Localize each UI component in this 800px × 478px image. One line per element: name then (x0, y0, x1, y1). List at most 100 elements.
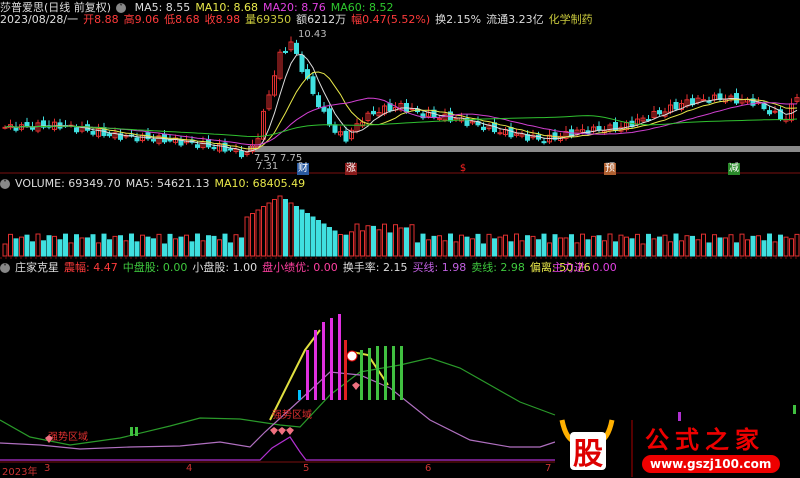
volume-bar (52, 235, 57, 257)
volume-bar (217, 239, 222, 257)
indicator-bar (678, 412, 681, 421)
diamond-icons (45, 382, 360, 443)
turnover-rate: 换手率: 2.15 (342, 261, 408, 274)
volume-bar (79, 237, 85, 257)
volume-bar (420, 233, 426, 257)
volume-bar (327, 227, 332, 257)
candle (24, 122, 30, 127)
indicator-name[interactable]: 庄家克星 (15, 261, 59, 274)
volume-bar (85, 237, 90, 257)
high-price-label: 10.43 (298, 29, 327, 40)
volume-bar (178, 236, 184, 257)
volume-bar (794, 233, 800, 257)
volume-bar (118, 235, 123, 257)
candle (206, 139, 211, 148)
candle (657, 110, 662, 115)
diamond-icon (352, 382, 360, 390)
volume-bar (321, 223, 327, 257)
volume-bar (343, 234, 349, 257)
volume-bar (723, 237, 728, 257)
chevron-down-icon[interactable]: ˅ (0, 179, 10, 189)
volume-bar (74, 234, 79, 257)
x-axis-label: 7 (545, 463, 552, 474)
volume-bar (68, 242, 74, 257)
volume-bar (580, 233, 585, 257)
candle (508, 127, 514, 138)
sell-line-value: 卖线: 2.98 (471, 261, 525, 274)
event-tag-forecast[interactable]: 预 (604, 163, 616, 175)
volume-bar (299, 209, 305, 257)
volume-bar (272, 199, 277, 257)
volume-bar (8, 233, 13, 257)
chevron-down-icon[interactable]: ˅ (0, 263, 10, 273)
volume-bar (767, 233, 772, 257)
volume-bar (657, 236, 662, 257)
volume-bar (701, 233, 706, 257)
event-tag-rise[interactable]: 涨 (345, 163, 357, 175)
volume-bar (354, 223, 360, 257)
volume-bar (24, 234, 30, 257)
candle (211, 146, 217, 150)
indicator-bar (793, 405, 796, 414)
candle (701, 99, 706, 102)
volume-bar (107, 239, 112, 257)
strong-zone-label: 强势区域 (48, 430, 88, 443)
candle (316, 95, 321, 108)
volume-bar (453, 241, 459, 257)
volume-bar (255, 209, 261, 257)
volume-ma5: MA5: 54621.13 (125, 177, 210, 190)
volume-bar (151, 238, 156, 257)
indicator-bar (135, 427, 138, 436)
volume-bar (717, 237, 723, 257)
volume-bar (728, 234, 734, 257)
volume-bar (481, 243, 486, 257)
volume-bar (35, 233, 41, 257)
volume-bar (129, 233, 134, 257)
volume-bar (772, 241, 778, 257)
volume-bar (552, 234, 558, 257)
candle (134, 137, 140, 142)
volume-bar (393, 224, 398, 257)
indicator-header: ˅ 庄家克星 震幅: 4.47 中盘股: 0.00 小盘股: 1.00 盘小绩优: 0.0… (0, 261, 800, 275)
volume-bar (41, 240, 46, 257)
x-axis-label: 6 (425, 463, 432, 474)
candle (228, 148, 233, 151)
candle (151, 139, 156, 142)
volume-bar (525, 235, 530, 257)
range-bar (248, 146, 800, 152)
volume-bar (30, 241, 35, 257)
volume-bar (591, 235, 596, 257)
indicator-bar (392, 346, 395, 400)
volume-bar (173, 238, 178, 257)
volume-bar (706, 242, 712, 257)
candle (332, 124, 338, 133)
volume-bar (673, 233, 679, 257)
volume-bar (712, 234, 717, 257)
kline-chart[interactable]: 10.43 7.57 7.75 7.31 强势区域 强势区域 股 公式之家 ww… (0, 0, 800, 477)
strong-zone-label: 强势区域 (272, 408, 312, 421)
volume-bar (618, 234, 624, 257)
volume-bar (156, 233, 162, 257)
volume-bar (750, 235, 756, 257)
volume-bar (519, 240, 525, 257)
volume-bar (734, 242, 739, 257)
volume-header: ˅ VOLUME: 69349.70 MA5: 54621.13 MA10: 6840… (0, 177, 310, 191)
diamond-icon (278, 427, 286, 435)
candle (481, 126, 486, 131)
event-tag-dividend[interactable]: $ (457, 163, 469, 175)
volume-bar (13, 238, 19, 257)
event-tag-finance[interactable]: 财 (297, 163, 309, 175)
volume-bar (404, 227, 409, 257)
candle (437, 117, 442, 120)
indicator-bar (344, 340, 347, 400)
volume-bar (415, 242, 420, 257)
watermark-title: 公式之家 (645, 426, 765, 454)
volume-bar (629, 238, 635, 257)
volume-bar (426, 239, 431, 257)
volume-bar (459, 234, 464, 257)
event-tag-reduce[interactable]: 减 (728, 163, 740, 175)
volume-bar (569, 234, 574, 257)
diamond-icon (286, 427, 294, 435)
volume-bar (349, 231, 354, 257)
volume-bar (558, 237, 563, 257)
